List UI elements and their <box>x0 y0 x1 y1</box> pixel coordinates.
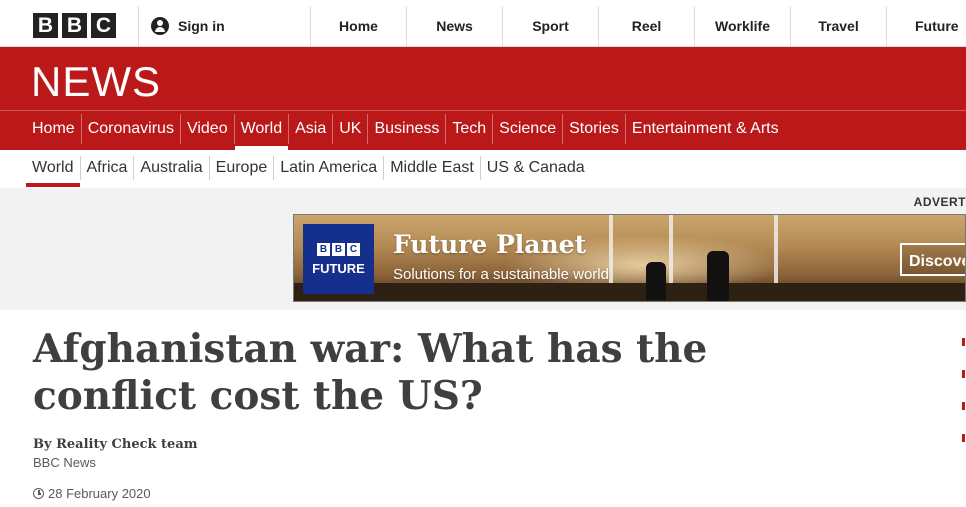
bbc-logo-letter: C <box>91 13 116 38</box>
sub-nav-world[interactable]: World <box>26 156 81 187</box>
top-nav-worklife[interactable]: Worklife <box>694 6 790 46</box>
news-section-nav: Home Coronavirus Video World Asia UK Bus… <box>26 114 785 150</box>
advert-label: ADVERT <box>913 195 966 209</box>
section-nav-tech[interactable]: Tech <box>446 114 494 144</box>
article-byline: By Reality Check team <box>33 437 198 452</box>
sign-in-label: Sign in <box>178 18 225 34</box>
wind-turbine-icon <box>669 215 673 285</box>
advert-subline: Solutions for a sustainable world <box>393 266 609 283</box>
section-nav-coronavirus[interactable]: Coronavirus <box>82 114 181 144</box>
edge-mark <box>962 402 965 410</box>
bbc-future-logo-letter: C <box>347 243 360 256</box>
sub-nav-middle-east[interactable]: Middle East <box>384 156 481 180</box>
right-edge-marks <box>962 338 966 466</box>
top-nav-reel[interactable]: Reel <box>598 6 694 46</box>
sub-nav-africa[interactable]: Africa <box>81 156 135 180</box>
section-nav-world[interactable]: World <box>234 114 290 150</box>
section-nav-asia[interactable]: Asia <box>289 114 334 144</box>
advert-headline: Future Planet <box>393 230 587 259</box>
news-banner: NEWS Home Coronavirus Video World Asia U… <box>0 47 966 150</box>
section-nav-home[interactable]: Home <box>26 114 82 144</box>
top-nav-future[interactable]: Future <box>886 6 966 46</box>
bbc-future-logo-letter: B <box>332 243 345 256</box>
advert-banner[interactable]: B B C FUTURE Future Planet Solutions for… <box>293 214 966 302</box>
advert-ground <box>294 283 965 301</box>
top-nav-home[interactable]: Home <box>310 6 406 46</box>
bbc-logo[interactable]: B B C <box>33 13 116 38</box>
section-nav-video[interactable]: Video <box>181 114 235 144</box>
top-nav-sport[interactable]: Sport <box>502 6 598 46</box>
advert-discover-button[interactable]: Discover <box>900 243 965 276</box>
bbc-top-bar: B B C Sign in Home News Sport Reel Workl… <box>0 0 966 47</box>
advert-zone: ADVERT B B C FUTURE Future Planet Soluti… <box>0 188 966 310</box>
section-nav-science[interactable]: Science <box>493 114 564 144</box>
top-navigation: Home News Sport Reel Worklife Travel Fut… <box>310 6 966 46</box>
article-headline: Afghanistan war: What has the conflict c… <box>33 326 708 419</box>
top-nav-news[interactable]: News <box>406 6 502 46</box>
edge-mark <box>962 338 965 346</box>
section-nav-business[interactable]: Business <box>368 114 447 144</box>
bbc-logo-letter: B <box>62 13 87 38</box>
sign-in-link[interactable]: Sign in <box>138 6 310 46</box>
news-brand-title[interactable]: NEWS <box>31 58 161 106</box>
sub-nav-europe[interactable]: Europe <box>210 156 275 180</box>
banner-divider <box>0 110 966 111</box>
edge-mark <box>962 370 965 378</box>
bbc-future-logo-word: FUTURE <box>312 261 365 276</box>
bbc-future-logo-letter: B <box>317 243 330 256</box>
article-date: 28 February 2020 <box>33 486 151 501</box>
section-nav-stories[interactable]: Stories <box>563 114 626 144</box>
section-nav-entertainment-arts[interactable]: Entertainment & Arts <box>626 114 785 144</box>
sub-nav-us-canada[interactable]: US & Canada <box>481 156 591 180</box>
article-source: BBC News <box>33 455 96 470</box>
edge-mark <box>962 434 965 442</box>
user-account-icon <box>151 17 169 35</box>
sub-nav-latin-america[interactable]: Latin America <box>274 156 385 180</box>
clock-icon <box>33 488 44 499</box>
article-date-text: 28 February 2020 <box>48 486 151 501</box>
section-nav-uk[interactable]: UK <box>333 114 369 144</box>
world-sub-nav: World Africa Australia Europe Latin Amer… <box>26 156 591 187</box>
sub-nav-australia[interactable]: Australia <box>134 156 210 180</box>
bbc-future-logo: B B C FUTURE <box>303 224 374 294</box>
top-nav-travel[interactable]: Travel <box>790 6 886 46</box>
person-silhouette-icon <box>646 262 666 300</box>
person-silhouette-icon <box>707 251 729 301</box>
bbc-logo-letter: B <box>33 13 58 38</box>
